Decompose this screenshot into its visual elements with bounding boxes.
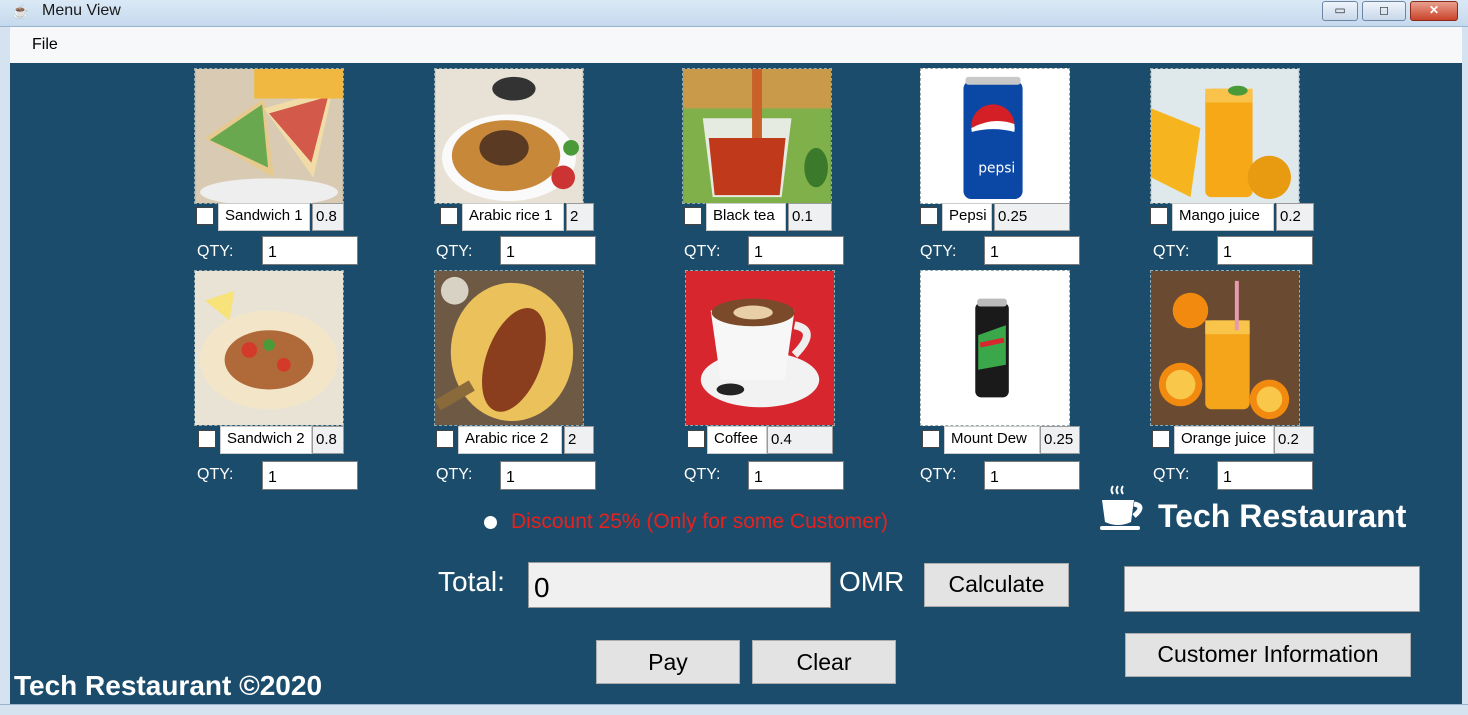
item-row-pepsi: Pepsi 0.25: [920, 203, 1070, 231]
item-row-arabic-rice-1: Arabic rice 1 2: [434, 203, 594, 231]
orange-juice-image: [1150, 270, 1300, 426]
coffee-cup-icon: [1100, 485, 1143, 530]
arabic-rice-1-image: [434, 68, 584, 204]
mount-dew-image: [920, 270, 1070, 426]
item-name: Mango juice: [1172, 203, 1274, 231]
item-row-sandwich-1: Sandwich 1 0.8: [194, 203, 344, 231]
arabic-rice-2-image: [434, 270, 584, 426]
item-checkbox[interactable]: [198, 430, 216, 448]
discount-radio[interactable]: [484, 516, 497, 529]
item-row-mango-juice: Mango juice 0.2: [1150, 203, 1314, 231]
item-checkbox[interactable]: [1152, 430, 1170, 448]
item-name: Sandwich 2: [220, 426, 312, 454]
qty-label: QTY:: [1153, 466, 1190, 483]
item-row-coffee: Coffee 0.4: [685, 426, 833, 454]
window-title: Menu View: [42, 2, 121, 19]
item-name: Arabic rice 2: [458, 426, 562, 454]
app-icon: ☕: [12, 3, 30, 19]
qty-input-sandwich-1[interactable]: [262, 236, 358, 265]
item-row-orange-juice: Orange juice 0.2: [1150, 426, 1314, 454]
close-button[interactable]: ✕: [1410, 1, 1458, 21]
qty-label: QTY:: [684, 466, 721, 483]
item-name: Orange juice: [1174, 426, 1274, 454]
item-price: 0.25: [1040, 426, 1080, 454]
window-border-right: [1462, 27, 1468, 715]
pay-button[interactable]: Pay: [596, 640, 740, 684]
pepsi-image: pepsi: [920, 68, 1070, 204]
calculate-button[interactable]: Calculate: [924, 563, 1069, 607]
item-price: 0.8: [312, 203, 344, 231]
discount-label[interactable]: Discount 25% (Only for some Customer): [511, 510, 888, 534]
qty-input-mango-juice[interactable]: [1217, 236, 1313, 265]
item-price: 2: [566, 203, 594, 231]
footer-copyright: Tech Restaurant ©2020: [14, 670, 323, 701]
logo-text: Tech Restaurant: [1158, 498, 1407, 534]
coffee-image: [685, 270, 835, 426]
window-border-left: [0, 27, 10, 715]
black-tea-image: [682, 68, 832, 204]
item-row-black-tea: Black tea 0.1: [682, 203, 832, 231]
qty-input-sandwich-2[interactable]: [262, 461, 358, 490]
qty-label: QTY:: [197, 466, 234, 483]
item-checkbox[interactable]: [196, 207, 214, 225]
item-price: 0.1: [788, 203, 832, 231]
item-checkbox[interactable]: [684, 207, 702, 225]
qty-input-pepsi[interactable]: [984, 236, 1080, 265]
item-price: 0.2: [1274, 426, 1314, 454]
svg-text:pepsi: pepsi: [978, 160, 1015, 176]
qty-input-orange-juice[interactable]: [1217, 461, 1313, 490]
window-border-bottom: [0, 704, 1468, 715]
qty-input-arabic-rice-1[interactable]: [500, 236, 596, 265]
item-price: 0.4: [767, 426, 833, 454]
item-price: 0.2: [1276, 203, 1314, 231]
qty-input-mount-dew[interactable]: [984, 461, 1080, 490]
qty-label: QTY:: [920, 243, 957, 260]
menu-view-window: ☕ Menu View ▭ ◻ ✕ File Sandwich 1 0.8 QT…: [0, 0, 1468, 715]
mango-juice-image: [1150, 68, 1300, 204]
item-row-sandwich-2: Sandwich 2 0.8: [196, 426, 344, 454]
qty-label: QTY:: [436, 466, 473, 483]
item-price: 0.25: [994, 203, 1070, 231]
maximize-button[interactable]: ◻: [1362, 1, 1406, 21]
qty-label: QTY:: [197, 243, 234, 260]
item-name: Arabic rice 1: [462, 203, 564, 231]
customer-information-button[interactable]: Customer Information: [1125, 633, 1411, 677]
item-name: Coffee: [707, 426, 767, 454]
item-name: Black tea: [706, 203, 786, 231]
currency-label: OMR: [839, 566, 905, 597]
total-label: Total:: [438, 566, 505, 597]
qty-input-coffee[interactable]: [748, 461, 844, 490]
item-name: Sandwich 1: [218, 203, 310, 231]
qty-input-arabic-rice-2[interactable]: [500, 461, 596, 490]
title-bar[interactable]: ☕ Menu View ▭ ◻ ✕: [0, 0, 1468, 27]
menu-file[interactable]: File: [32, 36, 58, 54]
qty-label: QTY:: [684, 243, 721, 260]
qty-label: QTY:: [436, 243, 473, 260]
qty-input-black-tea[interactable]: [748, 236, 844, 265]
item-name: Mount Dew: [944, 426, 1040, 454]
item-checkbox[interactable]: [1150, 207, 1168, 225]
item-checkbox[interactable]: [920, 207, 938, 225]
customer-field[interactable]: [1124, 566, 1420, 612]
total-field[interactable]: [528, 562, 831, 608]
menu-bar: File: [10, 27, 1462, 63]
sandwich-2-image: [194, 270, 344, 426]
item-name: Pepsi: [942, 203, 992, 231]
item-price: 2: [564, 426, 594, 454]
item-row-mount-dew: Mount Dew 0.25: [920, 426, 1080, 454]
item-checkbox[interactable]: [687, 430, 705, 448]
minimize-button[interactable]: ▭: [1322, 1, 1358, 21]
qty-label: QTY:: [1153, 243, 1190, 260]
item-price: 0.8: [312, 426, 344, 454]
item-checkbox[interactable]: [922, 430, 940, 448]
item-checkbox[interactable]: [440, 207, 458, 225]
sandwich-1-image: [194, 68, 344, 204]
item-checkbox[interactable]: [436, 430, 454, 448]
qty-label: QTY:: [920, 466, 957, 483]
clear-button[interactable]: Clear: [752, 640, 896, 684]
item-row-arabic-rice-2: Arabic rice 2 2: [434, 426, 594, 454]
